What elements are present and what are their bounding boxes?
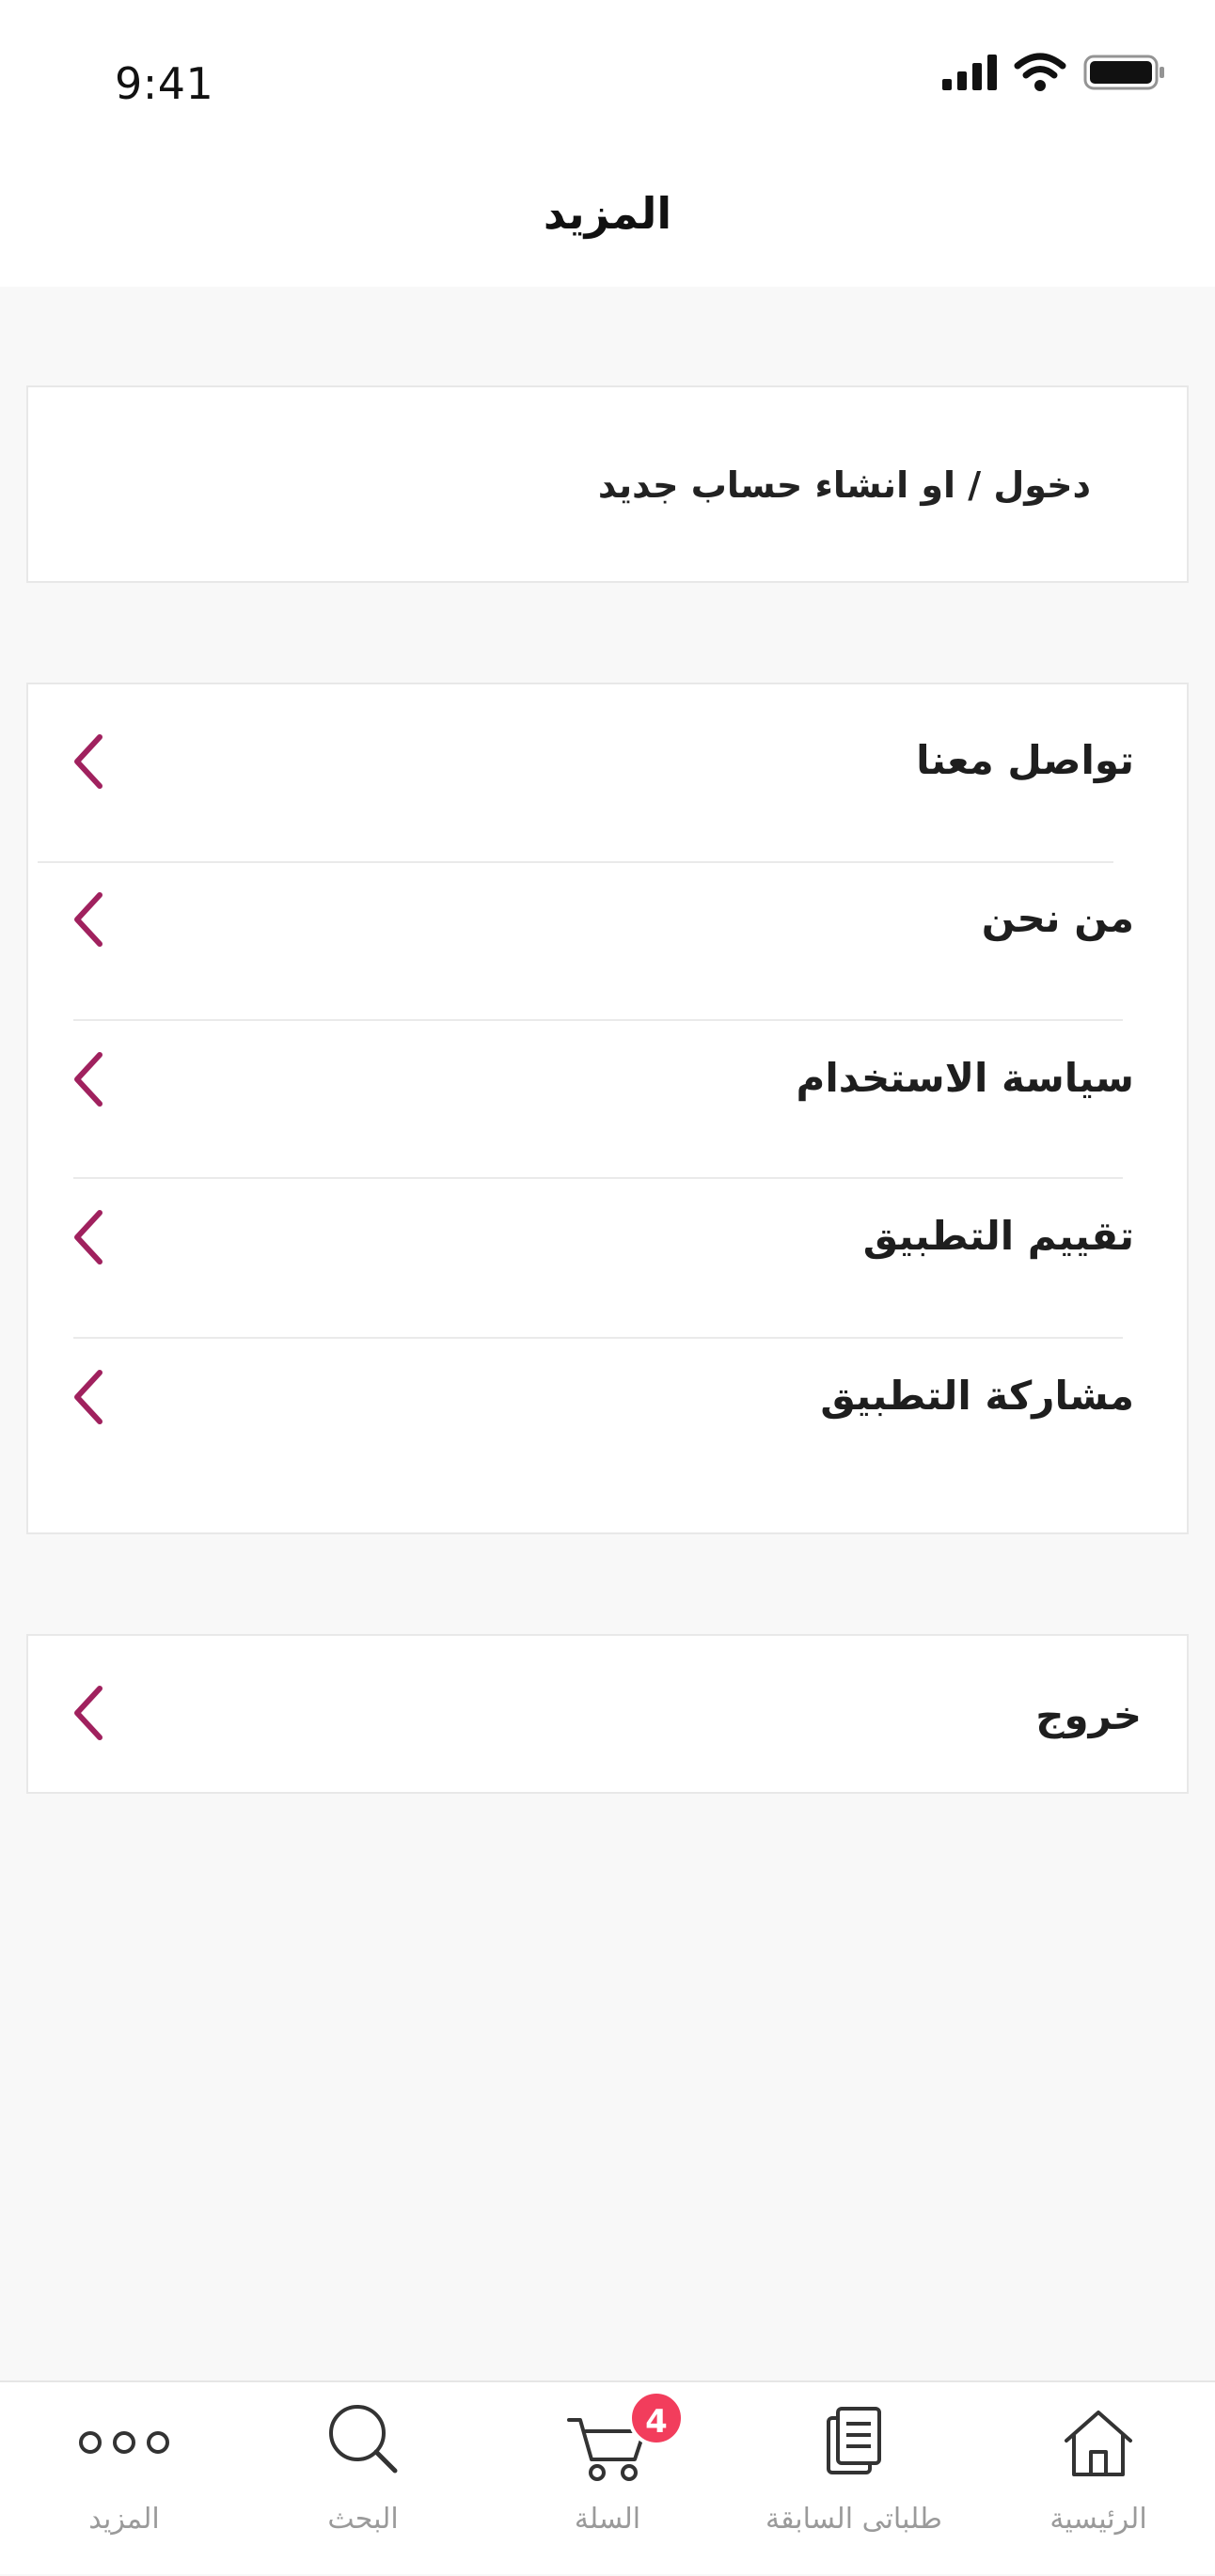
chevron-left-icon <box>74 1210 103 1264</box>
tab-cart[interactable]: 4 السلة <box>495 2382 720 2576</box>
tab-label: الرئيسية <box>1049 2503 1147 2536</box>
menu-item-rate-app[interactable]: تقييم التطبيق <box>28 1160 1187 1318</box>
battery-icon <box>1083 55 1164 90</box>
login-card[interactable]: دخول / او انشاء حساب جديد <box>26 385 1189 583</box>
logout-card: خروج <box>26 1634 1189 1794</box>
tab-more[interactable]: المزيد <box>11 2382 237 2576</box>
menu-item-about-us[interactable]: من نحن <box>28 842 1187 1000</box>
home-icon <box>1065 2411 1132 2476</box>
tab-previous-orders[interactable]: طلباتى السابقة <box>741 2382 967 2576</box>
menu-item-label: تقييم التطبيق <box>862 1213 1134 1259</box>
menu-item-label: من نحن <box>981 895 1134 941</box>
cellular-signal-icon <box>942 55 997 90</box>
menu-item-contact-us[interactable]: تواصل معنا <box>28 684 1187 842</box>
tab-search[interactable]: البحث <box>250 2382 476 2576</box>
status-time: 9:41 <box>115 58 214 109</box>
tab-label: السلة <box>574 2503 641 2536</box>
chevron-left-icon <box>74 734 103 789</box>
chevron-left-icon <box>74 1052 103 1107</box>
search-icon <box>329 2405 398 2474</box>
menu-item-terms-of-use[interactable]: سياسة الاستخدام <box>28 1002 1187 1160</box>
orders-icon <box>827 2407 881 2474</box>
menu-item-label: سياسة الاستخدام <box>796 1055 1134 1101</box>
tab-bar: المزيد البحث 4 السلة طلباتى السابقة الرئ… <box>0 2380 1215 2574</box>
wifi-icon <box>1014 53 1066 91</box>
nav-bar: المزيد <box>0 160 1215 287</box>
menu-card: تواصل معنا من نحن سياسة الاستخدام تقييم … <box>26 683 1189 1534</box>
menu-item-label: مشاركة التطبيق <box>820 1373 1134 1419</box>
cart-badge: 4 <box>628 2390 685 2446</box>
status-bar: 9:41 <box>0 0 1215 160</box>
logout-label: خروج <box>1035 1692 1142 1738</box>
chevron-left-icon <box>74 892 103 947</box>
menu-item-label: تواصل معنا <box>916 737 1134 783</box>
chevron-left-icon <box>74 1686 103 1740</box>
tab-home[interactable]: الرئيسية <box>986 2382 1211 2576</box>
status-icons <box>942 53 1168 94</box>
chevron-left-icon <box>74 1370 103 1424</box>
page-title: المزيد <box>543 188 672 239</box>
more-icon <box>79 2431 169 2454</box>
tab-label: المزيد <box>88 2503 160 2536</box>
logout-button[interactable]: خروج <box>28 1636 1187 1792</box>
tab-label: طلباتى السابقة <box>765 2503 942 2536</box>
tab-label: البحث <box>327 2503 399 2536</box>
login-register-label[interactable]: دخول / او انشاء حساب جديد <box>598 464 1091 506</box>
menu-item-share-app[interactable]: مشاركة التطبيق <box>28 1320 1187 1478</box>
